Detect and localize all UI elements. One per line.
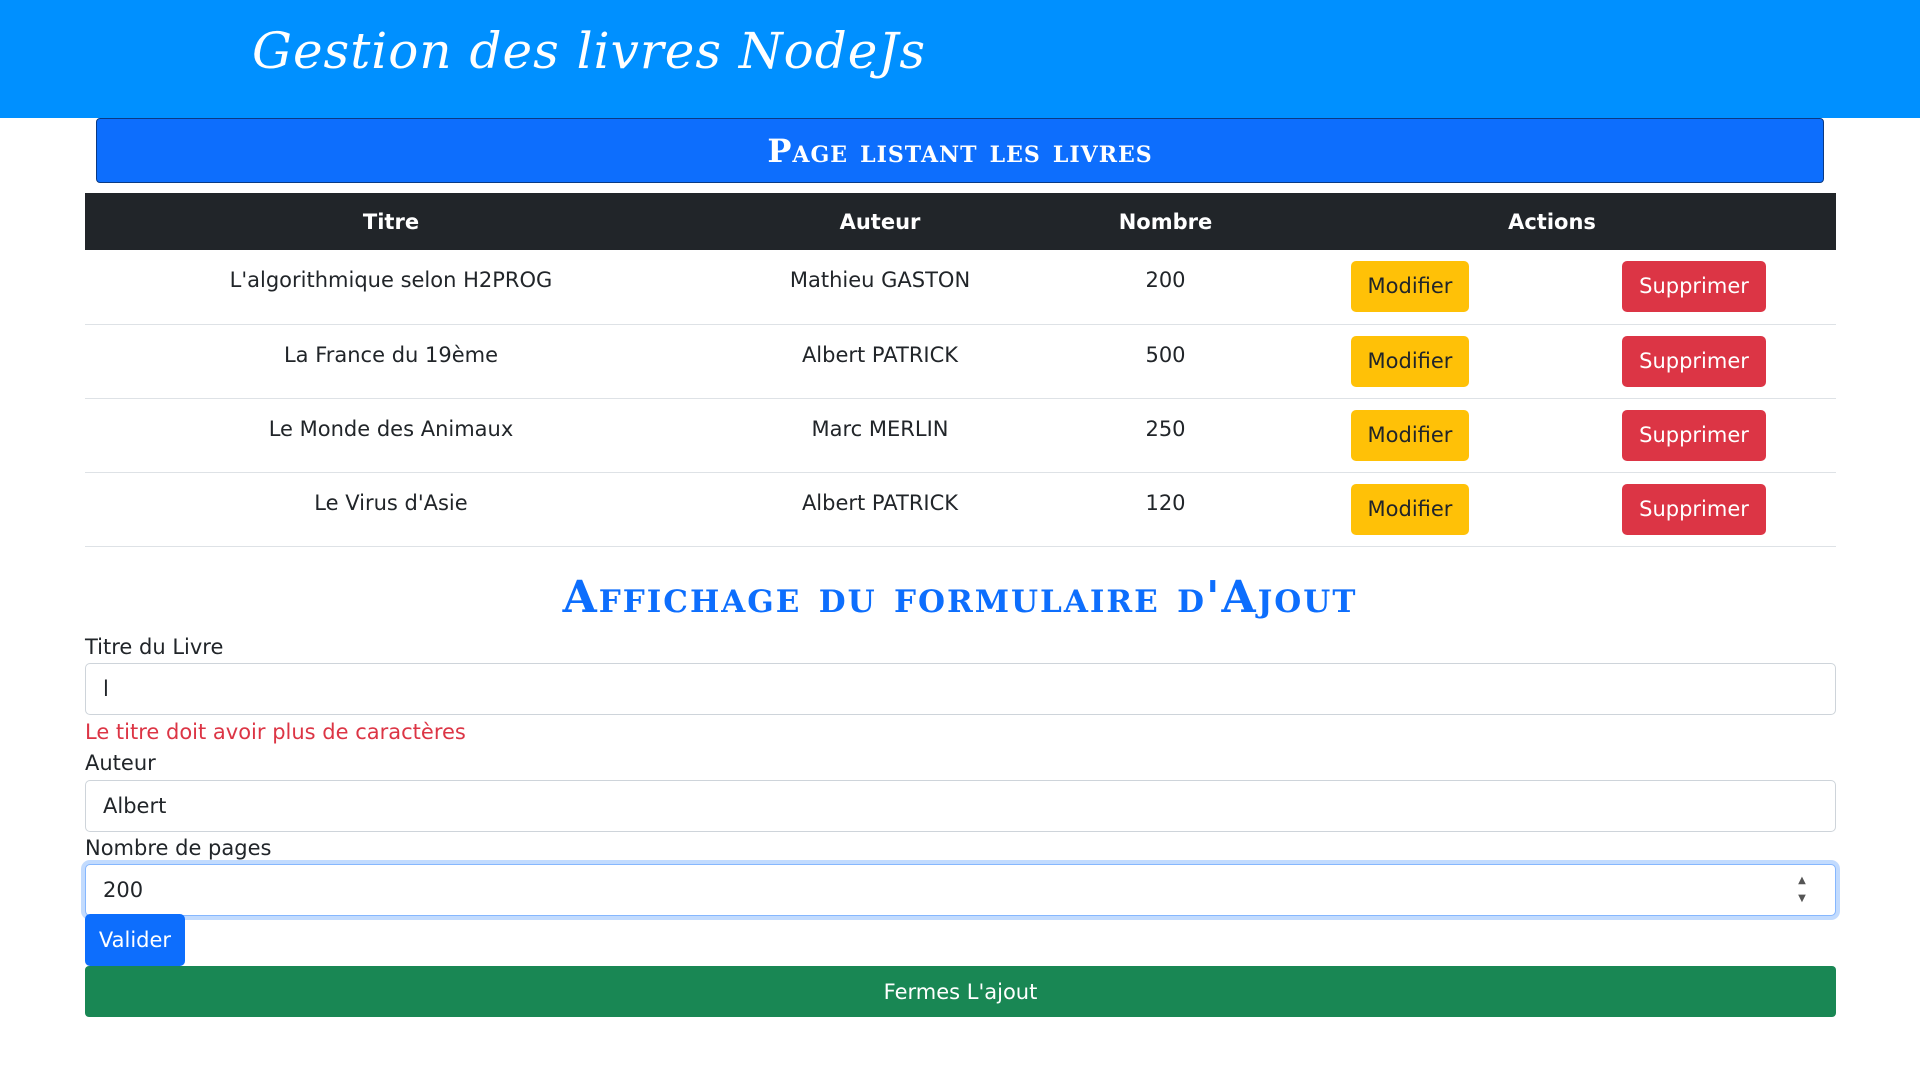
cell-nombre: 120 <box>1063 472 1268 547</box>
titre-label: Titre du Livre <box>85 635 224 659</box>
cell-modify: Modifier <box>1268 250 1552 325</box>
column-header-auteur: Auteur <box>697 193 1063 250</box>
cell-delete: Supprimer <box>1552 324 1837 399</box>
cell-delete: Supprimer <box>1552 250 1837 325</box>
delete-button[interactable]: Supprimer <box>1622 261 1766 312</box>
cell-auteur: Marc MERLIN <box>697 398 1063 473</box>
page-title: Page listant les livres <box>767 131 1153 170</box>
column-header-titre: Titre <box>85 193 697 250</box>
table-row: Le Monde des Animaux Marc MERLIN 250 Mod… <box>85 398 1837 473</box>
modify-button[interactable]: Modifier <box>1350 409 1470 461</box>
titre-input[interactable] <box>85 663 1836 715</box>
cell-modify: Modifier <box>1268 398 1552 473</box>
table-row: Le Virus d'Asie Albert PATRICK 120 Modif… <box>85 472 1837 547</box>
table-row: La France du 19ème Albert PATRICK 500 Mo… <box>85 324 1837 399</box>
modify-button[interactable]: Modifier <box>1350 483 1470 535</box>
number-stepper[interactable]: ▲ ▼ <box>1795 876 1809 904</box>
cell-titre: La France du 19ème <box>85 324 697 399</box>
pages-label: Nombre de pages <box>85 836 272 860</box>
column-header-nombre: Nombre <box>1063 193 1268 250</box>
cell-modify: Modifier <box>1268 472 1552 547</box>
app-brand: Gestion des livres NodeJs <box>252 22 927 80</box>
column-header-actions: Actions <box>1268 193 1837 250</box>
delete-button[interactable]: Supprimer <box>1622 335 1766 387</box>
cell-titre: L'algorithmique selon H2PROG <box>85 250 697 325</box>
cell-delete: Supprimer <box>1552 472 1837 547</box>
cell-nombre: 200 <box>1063 250 1268 325</box>
form-title: Affichage du formulaire d'Ajout <box>562 572 1358 623</box>
cell-delete: Supprimer <box>1552 398 1837 473</box>
close-form-button[interactable]: Fermes L'ajout <box>85 966 1836 1017</box>
delete-button[interactable]: Supprimer <box>1622 409 1766 461</box>
cell-nombre: 250 <box>1063 398 1268 473</box>
cell-modify: Modifier <box>1268 324 1552 399</box>
delete-button[interactable]: Supprimer <box>1622 483 1766 535</box>
page-banner: Page listant les livres <box>96 118 1824 183</box>
modify-button[interactable]: Modifier <box>1350 335 1470 387</box>
auteur-input[interactable] <box>85 780 1836 832</box>
header-bar: Gestion des livres NodeJs <box>0 0 1920 118</box>
stepper-up-icon[interactable]: ▲ <box>1798 876 1806 886</box>
titre-error-message: Le titre doit avoir plus de caractères <box>85 720 466 744</box>
cell-auteur: Albert PATRICK <box>697 472 1063 547</box>
cell-auteur: Albert PATRICK <box>697 324 1063 399</box>
cell-auteur: Mathieu GASTON <box>697 250 1063 325</box>
cell-titre: Le Virus d'Asie <box>85 472 697 547</box>
table-row: L'algorithmique selon H2PROG Mathieu GAS… <box>85 250 1837 325</box>
submit-button[interactable]: Valider <box>85 914 185 966</box>
books-table: Titre Auteur Nombre Actions L'algorithmi… <box>85 193 1837 547</box>
auteur-label: Auteur <box>85 751 156 775</box>
cell-titre: Le Monde des Animaux <box>85 398 697 473</box>
modify-button[interactable]: Modifier <box>1350 261 1470 312</box>
pages-input[interactable] <box>85 864 1836 916</box>
cell-nombre: 500 <box>1063 324 1268 399</box>
table-header-row: Titre Auteur Nombre Actions <box>85 193 1837 250</box>
stepper-down-icon[interactable]: ▼ <box>1798 894 1806 904</box>
